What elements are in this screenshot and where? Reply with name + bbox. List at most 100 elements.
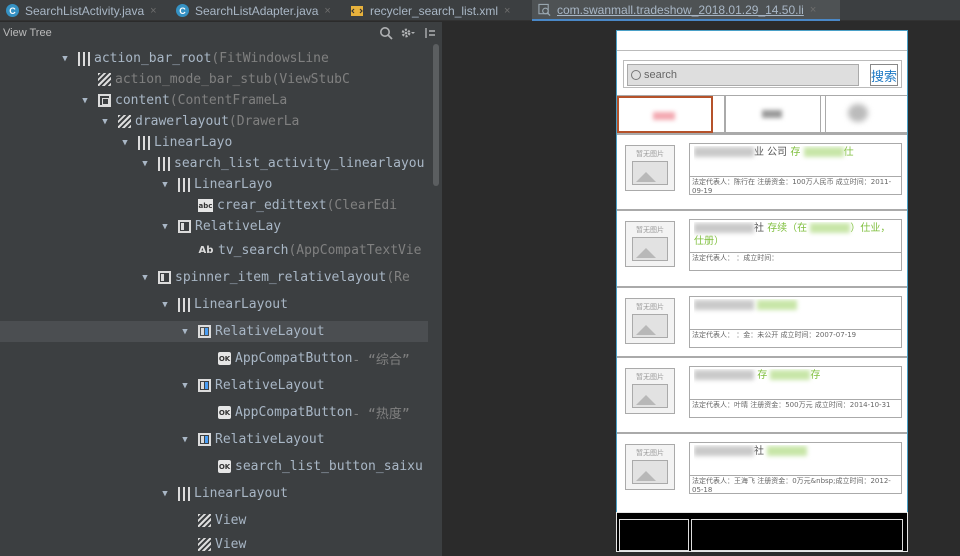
tree-node-label: LinearLayo (154, 135, 233, 150)
filter-tab-popularity[interactable] (725, 96, 821, 133)
filter-tab-comprehensive[interactable] (617, 96, 713, 133)
placeholder-image: 暂无图片 (625, 444, 675, 490)
view-tree-title: View Tree (3, 27, 52, 39)
tree-node[interactable]: action_mode_bar_stub (ViewStubC (0, 69, 428, 90)
linear-layout-icon (178, 486, 190, 501)
card-info-box: 业 公司 存 仕 法定代表人：陈行在 注册资金：100万人民币 成立时间：201… (689, 143, 902, 195)
image-icon (632, 237, 668, 261)
tree-node[interactable]: OK AppCompatButton - “综合” (0, 348, 428, 369)
tree-node[interactable]: View (0, 534, 428, 555)
image-icon (632, 460, 668, 484)
card-detail: 法定代表人：叶晴 注册资金：500万元 成立时间：2014-10-31 (692, 401, 891, 409)
filter-tab-screening[interactable] (825, 96, 907, 133)
tree-node-label: LinearLayout (194, 297, 288, 312)
bottom-button-left[interactable] (619, 519, 689, 551)
card-title: 业 公司 存 仕 (694, 146, 899, 172)
linear-layout-icon (138, 135, 150, 150)
card-detail: 法定代表人： ：成立时间： (692, 254, 779, 262)
tree-node[interactable]: ▼ LinearLayout (0, 294, 428, 315)
tree-node[interactable]: ▼ spinner_item_relativelayout (Re (0, 267, 428, 288)
collapse-icon[interactable] (422, 25, 438, 41)
relative-layout-icon (198, 325, 211, 338)
tab-layout-capture[interactable]: com.swanmall.tradeshow_2018.01.29_14.50.… (532, 0, 840, 21)
expand-arrow-icon[interactable]: ▼ (140, 273, 150, 283)
expand-arrow-icon[interactable]: ▼ (180, 381, 190, 391)
tab-search-list-activity[interactable]: C SearchListActivity.java × (0, 0, 170, 21)
card-title-text: 社 (754, 446, 764, 457)
expand-arrow-icon[interactable]: ▼ (160, 300, 170, 310)
device-screenshot[interactable]: search 搜索 暂无图片 业 公司 存 仕 法定代表人：陈行在 注册资金：1… (616, 30, 908, 552)
placeholder-image: 暂无图片 (625, 145, 675, 191)
tree-node-label: AppCompatButton (235, 405, 353, 420)
close-icon[interactable]: × (504, 5, 510, 17)
expand-arrow-icon[interactable]: ▼ (160, 180, 170, 190)
tree-node[interactable]: ▼ RelativeLayout (0, 321, 428, 342)
bottom-button-right[interactable] (691, 519, 903, 551)
expand-arrow-icon[interactable]: ▼ (120, 138, 130, 148)
card-title: 存 存 (694, 369, 899, 395)
button-icon: OK (218, 352, 231, 365)
tree-node[interactable]: OK AppCompatButton - “热度” (0, 402, 428, 423)
linear-layout-icon (178, 177, 190, 192)
tree-node-class: - “综合” (352, 353, 410, 368)
tree-node-label: search_list_activity_linearlayou (174, 156, 425, 171)
tree-node-class: (FitWindowsLine (211, 51, 329, 66)
result-card[interactable]: 暂无图片 存 存 法定代表人：叶晴 注册资金：500万元 成立时间：2014-1… (617, 356, 907, 426)
card-detail: 法定代表人：王海飞 注册资金：0万元&nbsp;成立时间：2012-05-18 (692, 477, 891, 494)
result-card[interactable]: 暂无图片 业 公司 存 仕 法定代表人：陈行在 注册资金：100万人民币 成立时… (617, 133, 907, 203)
tree-node[interactable]: OK search_list_button_saixu (0, 456, 428, 477)
card-info-box: 存 存 法定代表人：叶晴 注册资金：500万元 成立时间：2014-10-31 (689, 366, 902, 418)
card-title-text: 业 公司 (754, 147, 788, 158)
text-view-icon: Ab (198, 245, 214, 256)
tab-recycler-search-list[interactable]: recycler_search_list.xml × (344, 0, 532, 21)
tree-node-class: (ClearEdi (326, 198, 398, 213)
tree-node[interactable]: ▼ action_bar_root (FitWindowsLine (0, 48, 428, 69)
tab-label: recycler_search_list.xml (370, 3, 499, 18)
xml-file-icon (350, 4, 364, 18)
tree-node[interactable]: ▼ LinearLayo (0, 174, 428, 195)
tree-node-label: search_list_button_saixu (235, 459, 423, 474)
tree-node[interactable]: Ab tv_search (AppCompatTextVie (0, 240, 428, 261)
card-detail: 法定代表人：陈行在 注册资金：100万人民币 成立时间：2011-09-19 (692, 178, 892, 195)
close-icon[interactable]: × (150, 5, 156, 17)
tree-node[interactable]: ▼ LinearLayo (0, 132, 428, 153)
tree-node[interactable]: ▼ RelativeLay (0, 216, 428, 237)
expand-arrow-icon[interactable]: ▼ (80, 96, 90, 106)
tree-node[interactable]: ▼ content (ContentFrameLa (0, 90, 428, 111)
tree-node[interactable]: ▼ drawerlayout (DrawerLa (0, 111, 428, 132)
search-button[interactable]: 搜索 (870, 64, 898, 86)
tree-node[interactable]: ▼ search_list_activity_linearlayou (0, 153, 428, 174)
tree-node-label: crear_edittext (217, 198, 327, 213)
card-title: 社 存续（在 ）仕业，仕册） (694, 222, 899, 248)
tree-node[interactable]: ▼ LinearLayout (0, 483, 428, 504)
tab-search-list-adapter[interactable]: C SearchListAdapter.java × (170, 0, 344, 21)
expand-arrow-icon[interactable]: ▼ (180, 435, 190, 445)
search-input[interactable]: search (627, 64, 859, 86)
close-icon[interactable]: × (324, 5, 330, 17)
result-card[interactable]: 暂无图片 社 法定代表人：王海飞 注册资金：0万元&nbsp;成立时间：2012… (617, 432, 907, 502)
tree-node[interactable]: abc crear_edittext (ClearEdi (0, 195, 428, 216)
close-icon[interactable]: × (810, 4, 816, 16)
expand-arrow-icon[interactable]: ▼ (100, 117, 110, 127)
gear-icon[interactable] (400, 25, 416, 41)
result-card[interactable]: 暂无图片 法定代表人： ：金：未公开 成立时间：2007-07-19 (617, 286, 907, 356)
editor-tab-bar: C SearchListActivity.java × C SearchList… (0, 0, 960, 21)
thumb-label: 暂无图片 (636, 150, 664, 158)
expand-arrow-icon[interactable]: ▼ (140, 159, 150, 169)
placeholder-image: 暂无图片 (625, 368, 675, 414)
search-icon[interactable] (378, 25, 394, 41)
card-title (694, 299, 899, 325)
relative-layout-icon (178, 220, 191, 233)
tree-node[interactable]: ▼ RelativeLayout (0, 429, 428, 450)
result-card[interactable]: 暂无图片 社 存续（在 ）仕业，仕册） 法定代表人： ：成立时间： (617, 209, 907, 279)
expand-arrow-icon[interactable]: ▼ (180, 327, 190, 337)
tree-node[interactable]: View (0, 510, 428, 531)
expand-arrow-icon[interactable]: ▼ (160, 222, 170, 232)
class-icon: C (6, 4, 19, 17)
tree-node[interactable]: ▼ RelativeLayout (0, 375, 428, 396)
tab-label: com.swanmall.tradeshow_2018.01.29_14.50.… (557, 2, 804, 17)
expand-arrow-icon[interactable]: ▼ (60, 54, 70, 64)
expand-arrow-icon[interactable]: ▼ (160, 489, 170, 499)
tree-scrollbar-thumb[interactable] (433, 44, 439, 186)
linear-layout-icon (158, 156, 170, 171)
